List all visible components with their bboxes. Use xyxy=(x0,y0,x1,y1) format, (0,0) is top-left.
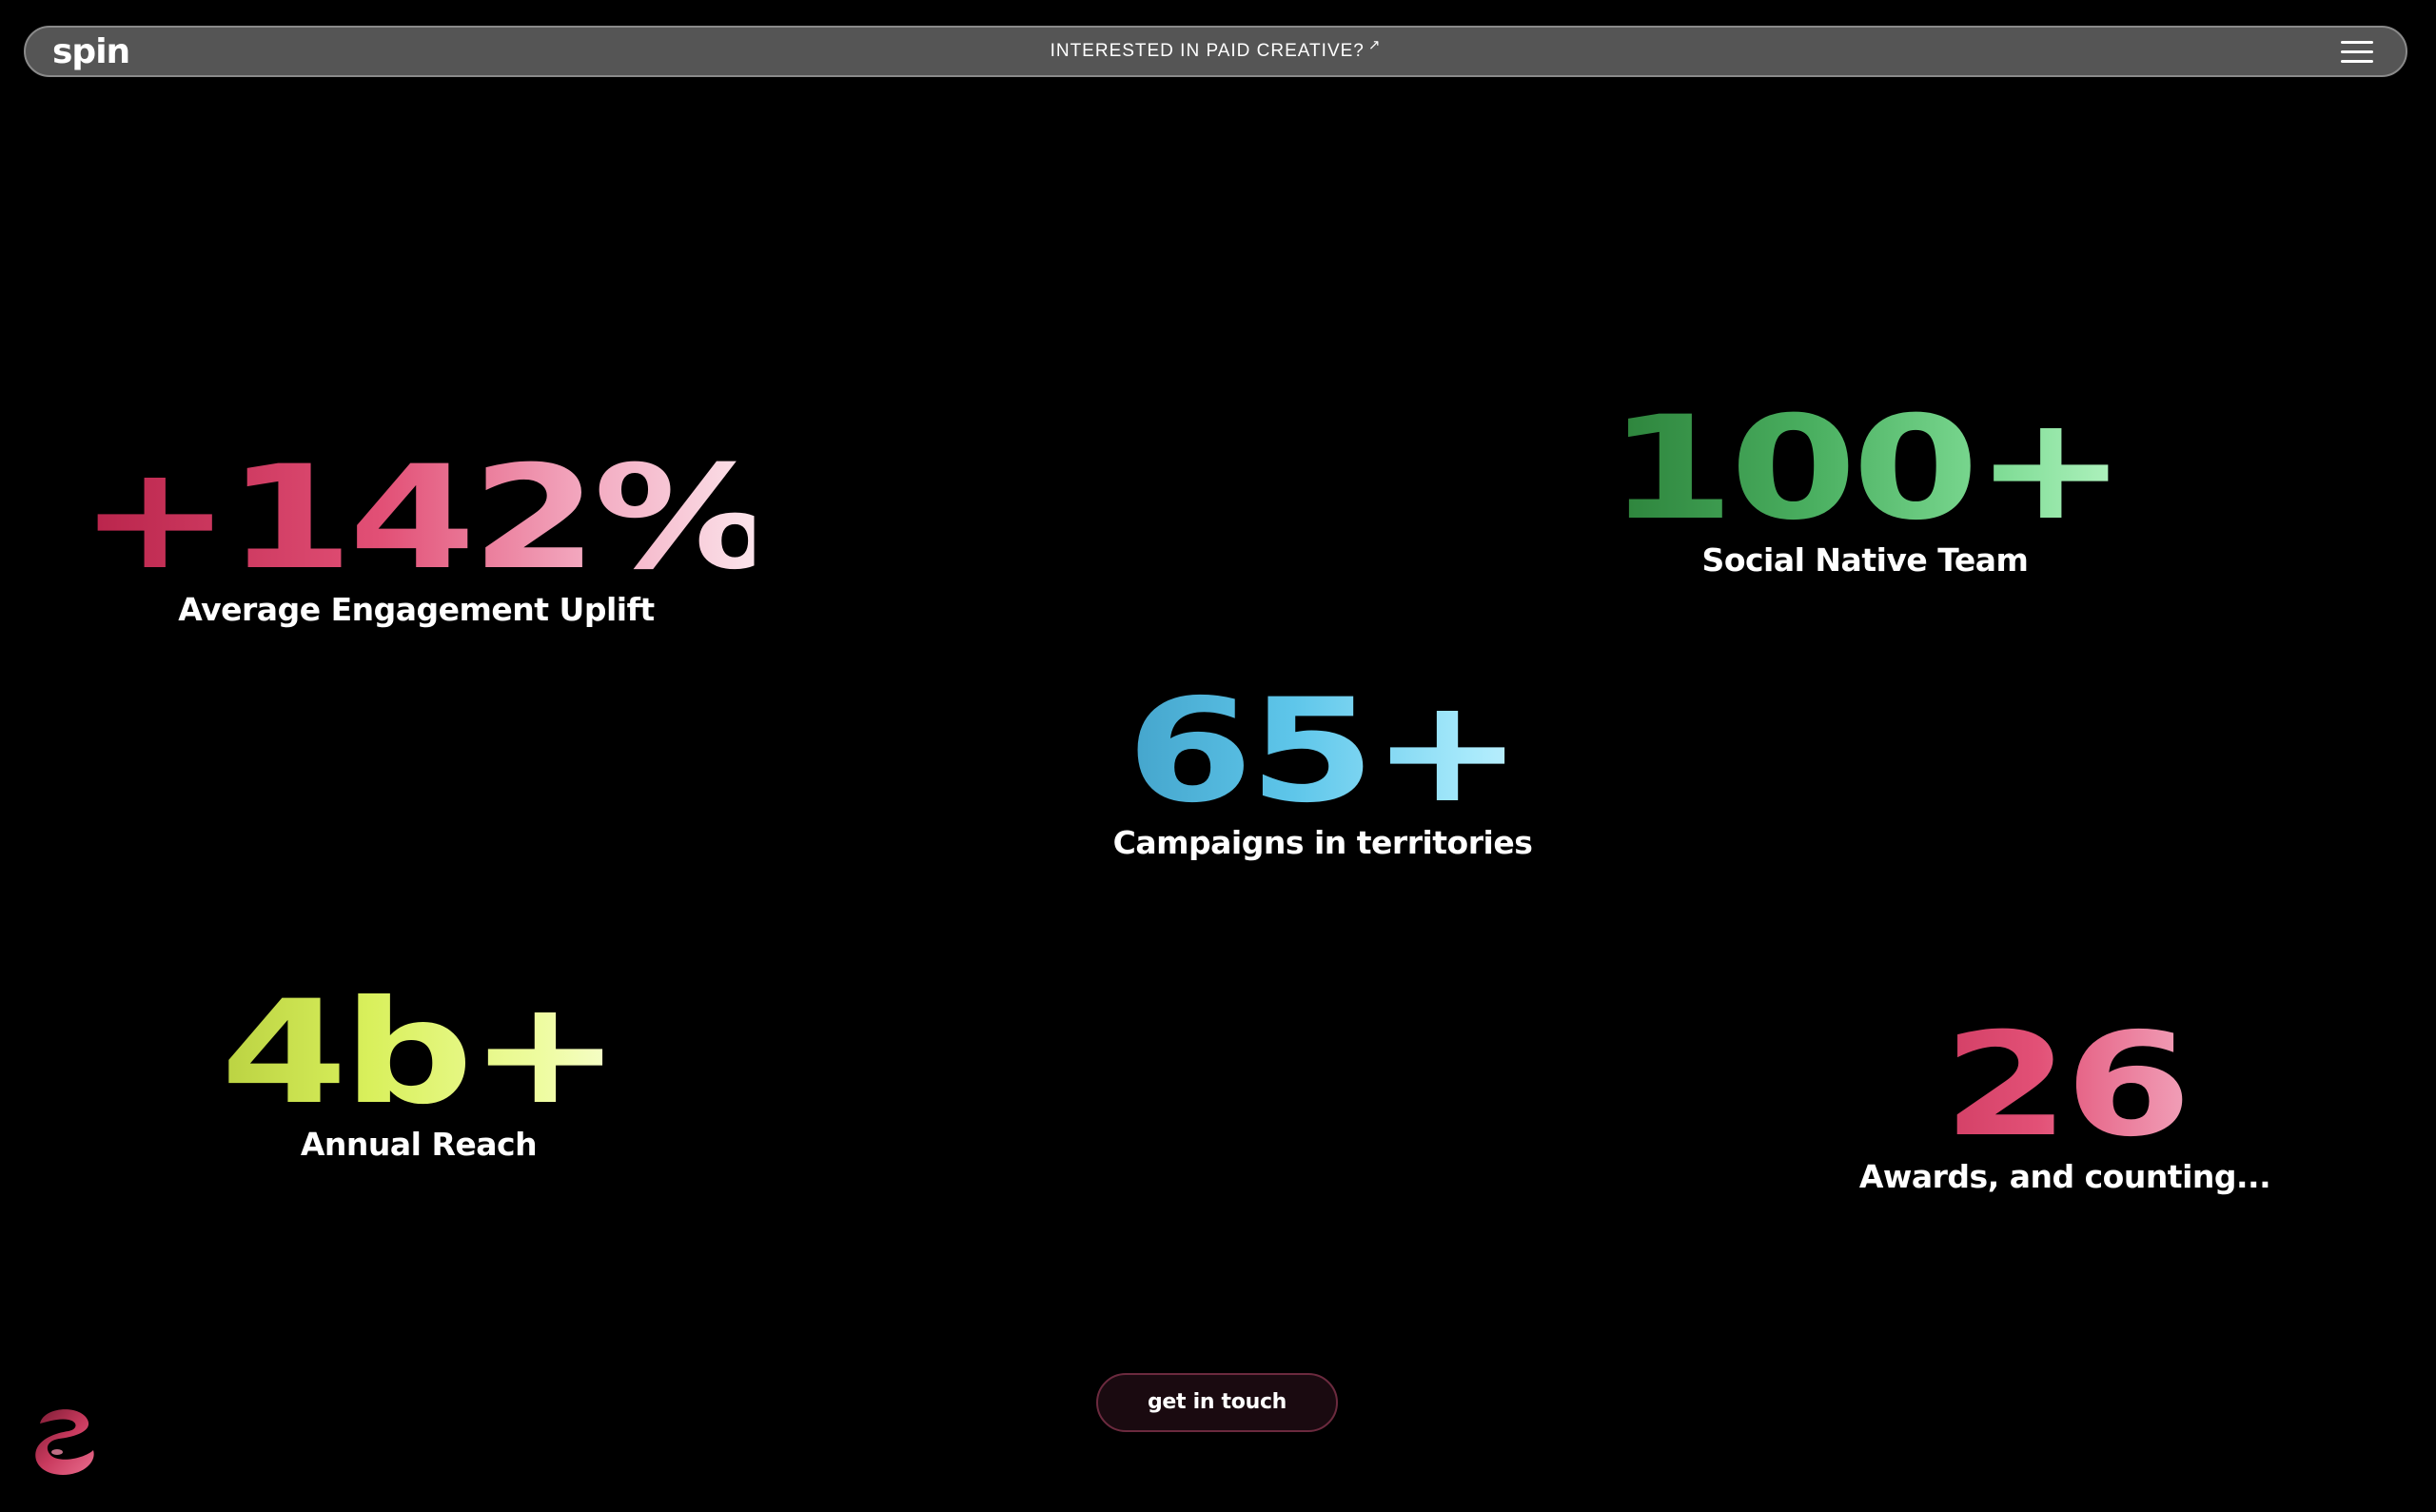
top-nav: spin INTERESTED IN PAID CREATIVE? ↗ xyxy=(24,26,2407,77)
get-in-touch-button[interactable]: get in touch xyxy=(1096,1373,1338,1432)
stat-reach: 4b+ Annual Reach xyxy=(221,982,622,1160)
page: spin INTERESTED IN PAID CREATIVE? ↗ +142%… xyxy=(0,0,2436,1512)
stat-value: 65+ xyxy=(1031,680,1615,823)
stat-value: 4b+ xyxy=(175,982,662,1125)
brand-logo[interactable]: spin xyxy=(52,31,130,73)
hamburger-menu-icon[interactable] xyxy=(2341,41,2373,64)
spin-swirl-logo-icon[interactable] xyxy=(30,1403,105,1477)
stat-awards: 26 Awards, and counting... xyxy=(1846,1014,2284,1192)
stat-value: +142% xyxy=(78,436,776,601)
paid-creative-label: INTERESTED IN PAID CREATIVE? xyxy=(1050,41,1365,61)
arrow-up-right-icon: ↗ xyxy=(1367,37,1382,53)
stat-value: 26 xyxy=(1785,1014,2346,1157)
paid-creative-link[interactable]: INTERESTED IN PAID CREATIVE? ↗ xyxy=(1050,37,1382,64)
stat-value: 100+ xyxy=(1597,398,2132,540)
stat-campaigns: 65+ Campaigns in territories xyxy=(1094,680,1551,858)
stat-team: 100+ Social Native Team xyxy=(1607,398,2127,576)
stat-engagement: +142% Average Engagement Uplift xyxy=(78,447,776,625)
